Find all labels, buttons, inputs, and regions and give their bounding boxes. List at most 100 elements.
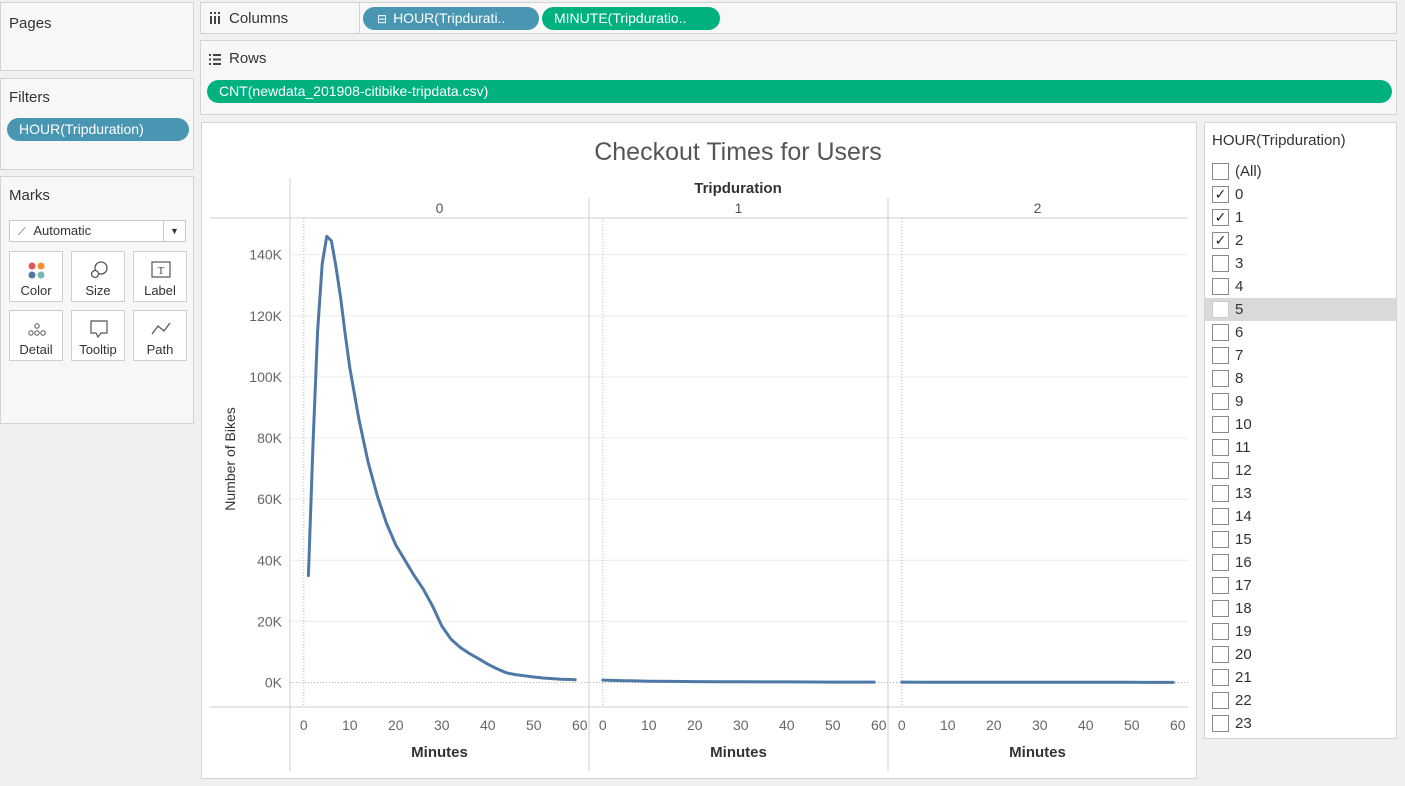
hour-filter-item[interactable]: 13: [1205, 482, 1396, 505]
x-tick-label: 20: [986, 717, 1002, 733]
hour-filter-item[interactable]: 16: [1205, 551, 1396, 574]
columns-pill-minute[interactable]: MINUTE(Tripduratio..: [542, 7, 720, 30]
hour-filter-item[interactable]: 7: [1205, 344, 1396, 367]
hour-filter-item[interactable]: ✓ 1: [1205, 206, 1396, 229]
columns-shelf: Columns ⊟ HOUR(Tripdurati.. MINUTE(Tripdu…: [200, 2, 1397, 34]
hour-filter-item-label: 0: [1235, 186, 1244, 203]
label-button-label: Label: [144, 283, 176, 298]
collapse-icon[interactable]: ⊟: [377, 12, 387, 26]
hour-filter-item[interactable]: 18: [1205, 597, 1396, 620]
checkbox[interactable]: [1212, 692, 1229, 709]
color-dots-icon: [28, 262, 45, 279]
label-button[interactable]: T Label: [133, 251, 187, 302]
hour-filter-item[interactable]: 6: [1205, 321, 1396, 344]
hour-filter-item[interactable]: (All): [1205, 160, 1396, 183]
columns-label: Columns: [229, 10, 289, 27]
checkbox[interactable]: ✓: [1212, 209, 1229, 226]
hour-filter-item[interactable]: 19: [1205, 620, 1396, 643]
hour-filter-item-label: 19: [1235, 623, 1252, 640]
chevron-down-icon[interactable]: ▼: [163, 221, 185, 241]
hour-filter-item[interactable]: 23: [1205, 712, 1396, 735]
hour-filter-item-label: 7: [1235, 347, 1244, 364]
rows-pill-count[interactable]: CNT(newdata_201908-citibike-tripdata.csv…: [207, 80, 1392, 103]
x-tick-label: 50: [526, 717, 542, 733]
hour-filter-item[interactable]: 5: [1205, 298, 1396, 321]
hour-filter-item[interactable]: ✓ 2: [1205, 229, 1396, 252]
checkbox[interactable]: [1212, 485, 1229, 502]
checkbox[interactable]: [1212, 577, 1229, 594]
x-tick-label: 10: [940, 717, 956, 733]
checkbox[interactable]: [1212, 462, 1229, 479]
checkbox[interactable]: [1212, 301, 1229, 318]
hour-filter-card: HOUR(Tripduration) (All) ✓ 0 ✓ 1 ✓ 2 3 4 5 6 7 8 9 10 1…: [1204, 122, 1397, 739]
checkbox[interactable]: [1212, 393, 1229, 410]
pages-title: Pages: [9, 15, 52, 32]
hour-filter-item[interactable]: 4: [1205, 275, 1396, 298]
filter-pill-hour[interactable]: HOUR(Tripduration): [7, 118, 189, 141]
checkbox[interactable]: [1212, 278, 1229, 295]
checkbox[interactable]: [1212, 163, 1229, 180]
x-tick-label: 50: [825, 717, 841, 733]
panel-header-label: 0: [436, 200, 444, 216]
checkbox[interactable]: [1212, 370, 1229, 387]
x-tick-label: 30: [733, 717, 749, 733]
x-tick-label: 30: [434, 717, 450, 733]
checkbox[interactable]: [1212, 508, 1229, 525]
hour-filter-item-label: 11: [1235, 439, 1251, 456]
checkbox[interactable]: [1212, 623, 1229, 640]
checkbox[interactable]: [1212, 554, 1229, 571]
hour-filter-item-label: 16: [1235, 554, 1252, 571]
hour-filter-item[interactable]: 21: [1205, 666, 1396, 689]
hour-filter-item-label: 3: [1235, 255, 1244, 272]
chart-layer: 0K20K40K60K80K100K120K140K00 10 20 30 40 50 60…: [210, 178, 1188, 771]
tooltip-button[interactable]: Tooltip: [71, 310, 125, 361]
hour-filter-item[interactable]: 12: [1205, 459, 1396, 482]
y-tick-label: 140K: [249, 247, 282, 263]
checkbox[interactable]: [1212, 531, 1229, 548]
mark-type-dropdown[interactable]: ⟋ Automatic ▼: [9, 220, 186, 242]
hour-filter-item[interactable]: 8: [1205, 367, 1396, 390]
label-icon: T: [151, 261, 171, 278]
x-axis-title: Minutes: [710, 744, 767, 761]
y-tick-label: 100K: [249, 369, 282, 385]
path-button-label: Path: [146, 342, 174, 357]
checkbox[interactable]: [1212, 669, 1229, 686]
hour-filter-item[interactable]: 22: [1205, 689, 1396, 712]
hour-filter-item[interactable]: 3: [1205, 252, 1396, 275]
checkbox[interactable]: [1212, 347, 1229, 364]
checkbox[interactable]: [1212, 646, 1229, 663]
hour-filter-item-label: 17: [1235, 577, 1252, 594]
detail-button[interactable]: Detail: [9, 310, 63, 361]
checkbox[interactable]: [1212, 439, 1229, 456]
detail-icon: [28, 323, 46, 336]
hour-filter-item[interactable]: 10: [1205, 413, 1396, 436]
x-tick-label: 40: [480, 717, 496, 733]
hour-filter-item[interactable]: 17: [1205, 574, 1396, 597]
checkbox[interactable]: ✓: [1212, 186, 1229, 203]
chart-title: Checkout Times for Users: [594, 138, 882, 166]
hour-filter-item-label: 21: [1235, 669, 1252, 686]
hour-filter-item[interactable]: ✓ 0: [1205, 183, 1396, 206]
hour-filter-item[interactable]: 9: [1205, 390, 1396, 413]
x-tick-label: 60: [572, 717, 588, 733]
hour-filter-item-label: 22: [1235, 692, 1252, 709]
hour-filter-item-label: 13: [1235, 485, 1252, 502]
checkbox[interactable]: [1212, 416, 1229, 433]
checkbox[interactable]: [1212, 324, 1229, 341]
hour-filter-item-label: 2: [1235, 232, 1244, 249]
color-button[interactable]: Color: [9, 251, 63, 302]
hour-filter-item[interactable]: 11: [1205, 436, 1396, 459]
hour-filter-item[interactable]: 20: [1205, 643, 1396, 666]
checkbox[interactable]: [1212, 600, 1229, 617]
checkbox[interactable]: [1212, 715, 1229, 732]
checkbox[interactable]: ✓: [1212, 232, 1229, 249]
path-icon: [151, 322, 171, 335]
size-button[interactable]: Size: [71, 251, 125, 302]
checkbox[interactable]: [1212, 255, 1229, 272]
columns-pill-hour[interactable]: ⊟ HOUR(Tripdurati..: [363, 7, 539, 30]
path-button[interactable]: Path: [133, 310, 187, 361]
hour-filter-item[interactable]: 15: [1205, 528, 1396, 551]
hour-filter-item[interactable]: 14: [1205, 505, 1396, 528]
hour-filter-item-label: 15: [1235, 531, 1252, 548]
size-button-label: Size: [85, 283, 111, 298]
